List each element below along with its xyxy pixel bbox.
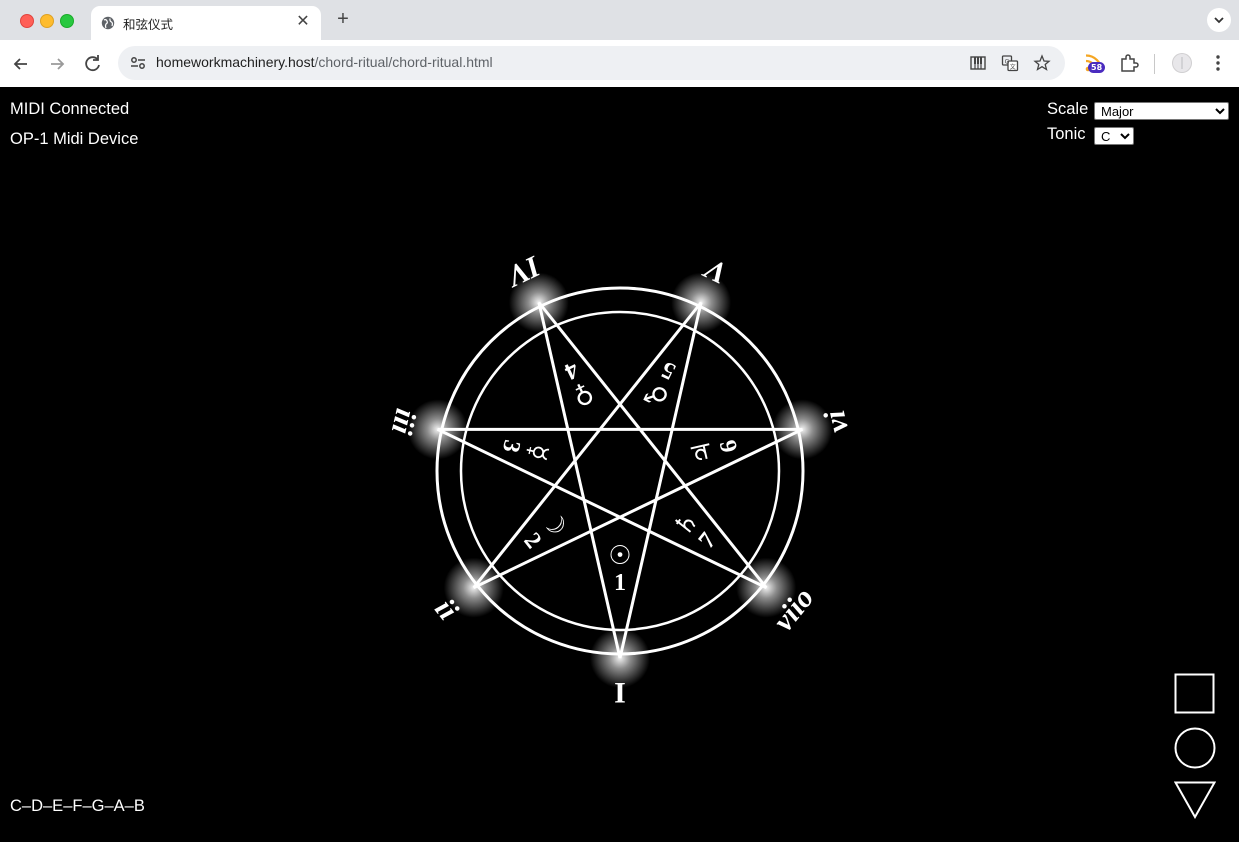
planet-symbol-1: ☉: [608, 541, 631, 571]
extension-badge: 58: [1088, 62, 1106, 73]
address-bar[interactable]: homeworkmachinery.host/chord-ritual/chor…: [118, 46, 1065, 80]
url-path: /chord-ritual/chord-ritual.html: [314, 54, 493, 70]
browser-toolbar: homeworkmachinery.host/chord-ritual/chor…: [0, 40, 1239, 88]
back-icon[interactable]: [9, 52, 33, 76]
tab-strip: 和弦仪式 ✕ +: [0, 0, 1239, 40]
tab-search-button[interactable]: [1207, 8, 1231, 32]
page-canvas: MIDI Connected OP-1 Midi Device Scale Ma…: [0, 87, 1239, 842]
close-tab-icon[interactable]: ✕: [293, 12, 313, 32]
degree-number-6: 6: [715, 437, 743, 455]
forward-icon[interactable]: [45, 52, 69, 76]
bookmark-star-icon[interactable]: [1033, 54, 1051, 72]
degree-number-1: 1: [614, 570, 626, 596]
url-host: homeworkmachinery.host: [156, 54, 315, 70]
globe-icon: [101, 16, 115, 30]
minimize-window-button[interactable]: [40, 14, 54, 28]
site-settings-icon[interactable]: [126, 51, 150, 75]
vertex-glows: [407, 272, 833, 688]
planet-symbol-6: ♃: [686, 437, 720, 466]
toolbar-divider: [1154, 54, 1155, 74]
roman-numeral-1[interactable]: I: [614, 677, 626, 710]
new-tab-icon[interactable]: +: [333, 9, 353, 29]
reload-icon[interactable]: [81, 52, 105, 76]
triangle-button[interactable]: [1174, 781, 1216, 819]
profile-avatar-icon[interactable]: [1171, 52, 1193, 74]
tab-title: 和弦仪式: [123, 17, 174, 32]
more-menu-icon[interactable]: [1207, 52, 1229, 74]
roman-numeral-2[interactable]: ii: [428, 593, 465, 627]
browser-chrome: 和弦仪式 ✕ + homeworkmachinery.host/chord-ri…: [0, 0, 1239, 88]
midi-keyboard-icon[interactable]: [969, 54, 987, 72]
translate-icon[interactable]: G文: [1001, 54, 1019, 72]
browser-tab-active[interactable]: 和弦仪式 ✕: [91, 6, 321, 40]
maximize-window-button[interactable]: [60, 14, 74, 28]
square-button[interactable]: [1174, 673, 1216, 715]
planet-symbol-3: ☿: [521, 441, 554, 463]
chevron-down-icon: [1214, 17, 1224, 24]
extensions-puzzle-icon[interactable]: [1118, 52, 1140, 74]
svg-text:文: 文: [1010, 63, 1016, 71]
scale-notes: C–D–E–F–G–A–B: [10, 797, 145, 815]
url-text: homeworkmachinery.host/chord-ritual/chor…: [156, 54, 493, 70]
degree-number-3: 3: [497, 437, 525, 455]
circle-button[interactable]: [1174, 727, 1216, 769]
chord-sigil: IiiiiiIV Vviviio 1☉2☽3☿4♀5♂6♃7♄: [385, 249, 855, 710]
close-window-button[interactable]: [20, 14, 34, 28]
